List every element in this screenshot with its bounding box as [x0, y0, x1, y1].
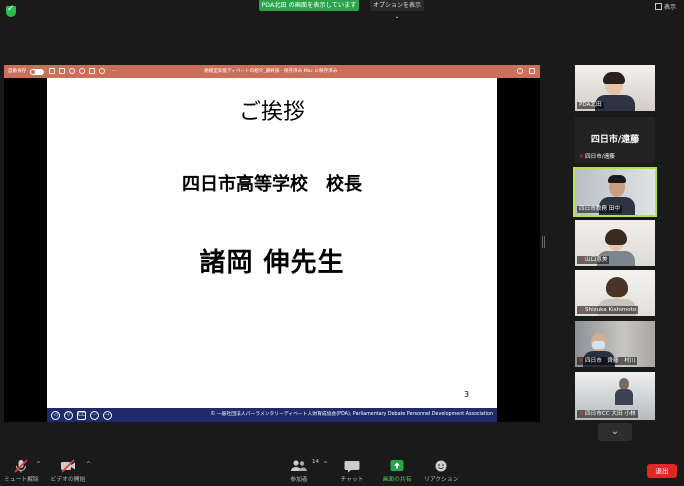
participant-name: ✕山口恵美	[577, 256, 610, 264]
reactions-label: リアクション	[424, 477, 459, 483]
participants-label: 参加者	[290, 477, 308, 483]
grid-icon	[654, 3, 662, 10]
mic-muted-icon: ✕	[579, 256, 585, 263]
face-mask	[592, 341, 605, 349]
mic-muted-icon: ✕	[579, 357, 585, 364]
participant-hair	[605, 229, 627, 245]
next-slide-icon: →	[103, 410, 112, 420]
participant-display-name: 四日市/遠藤	[590, 135, 640, 145]
participant-tile[interactable]: 四日市/遠藤 ✕四日市/遠藤	[575, 117, 655, 163]
shared-screen: 自動保存 ··· 規模型高能ディベートの紹介_最終版 · 保存済み Mac に保…	[4, 65, 540, 422]
redo-icon	[79, 68, 85, 74]
mic-muted-icon: ✕	[579, 153, 585, 160]
share-screen-label: 画面の共有	[382, 477, 412, 483]
screen-share-banner: PDA北田 の画面を表示しています	[259, 0, 359, 11]
document-title: 規模型高能ディベートの紹介_最終版 · 保存済み Mac に保存済み	[204, 69, 338, 74]
reactions-smiley-icon	[432, 458, 450, 472]
present-icon	[99, 68, 105, 74]
view-options-label: オプションを表示	[372, 2, 421, 9]
mic-muted-icon: ✕	[579, 410, 585, 417]
slide-page-number: 3	[464, 390, 470, 399]
participant-tile-active-speaker[interactable]: 四日市教務 田中	[573, 167, 657, 217]
participant-hair	[606, 277, 628, 297]
meeting-toolbar: ミュート解除 ^ ビデオの開始 ^ 14 参加者 ^ チャット 画面の共有 リア…	[0, 452, 684, 486]
video-off-icon	[59, 458, 77, 473]
participant-tile[interactable]: ✕Shizuka Kishimoto	[575, 270, 655, 316]
reactions-button[interactable]: リアクション	[424, 452, 459, 483]
view-label: 表示	[663, 4, 676, 11]
share-screen-icon	[388, 458, 406, 472]
participant-body	[615, 389, 633, 405]
footer-copyright: © 一般社団法人パーラメンタリーディベート人財育成協会(PDA), Parlia…	[210, 412, 493, 417]
slide-title: ご挨拶	[238, 100, 305, 125]
participant-name: PDA北田	[577, 102, 604, 109]
participants-count: 14	[312, 459, 320, 465]
chevron-down-icon: ⌄	[394, 13, 400, 20]
participant-name: ✕四日市CC 大田 小林	[577, 410, 638, 418]
participants-options-caret-icon[interactable]: ^	[323, 461, 328, 468]
video-options-caret-icon[interactable]: ^	[86, 461, 91, 468]
print-icon	[89, 68, 95, 74]
search-icon	[517, 68, 523, 74]
participant-name: ✕Shizuka Kishimoto	[577, 306, 639, 314]
autosave-toggle	[30, 68, 44, 75]
home-icon	[49, 68, 55, 74]
view-button[interactable]: 表示	[654, 3, 676, 13]
participant-tile[interactable]: ✕四日市CC 大田 小林	[575, 372, 655, 420]
chat-icon	[343, 458, 361, 473]
slide: ご挨拶 四日市高等学校 校長 諸岡 伸先生 3	[47, 78, 497, 408]
participants-icon: 14	[290, 458, 319, 472]
share-screen-button[interactable]: 画面の共有	[380, 452, 414, 483]
participant-name: ✕四日市 齊藤 村川	[577, 357, 638, 365]
captions-icon: CC	[77, 410, 86, 420]
scroll-down-chevron-icon[interactable]: ⌄	[598, 423, 632, 441]
mic-muted-icon: ✕	[579, 306, 585, 313]
view-options-button[interactable]: オプションを表示 ⌄	[370, 0, 424, 20]
security-shield-icon[interactable]	[6, 4, 16, 17]
undo-icon	[69, 68, 75, 74]
participant-tile[interactable]: PDA北田	[575, 65, 655, 111]
pen-tool-icon: ▽	[64, 410, 73, 420]
autosave-label: 自動保存	[8, 69, 27, 74]
slide-footer: ◁ ▽ CC ··· → © 一般社団法人パーラメンタリーディベート人財育成協会…	[47, 408, 497, 422]
unmute-button[interactable]: ミュート解除	[4, 452, 39, 483]
participant-hair	[608, 175, 626, 183]
powerpoint-title-bar: 自動保存 ··· 規模型高能ディベートの紹介_最終版 · 保存済み Mac に保…	[4, 65, 540, 78]
unmute-label: ミュート解除	[4, 477, 39, 483]
slide-speaker-name: 諸岡 伸先生	[199, 248, 345, 278]
start-video-label: ビデオの開始	[50, 477, 86, 483]
participants-button[interactable]: 14 参加者	[284, 452, 319, 483]
save-icon	[59, 68, 65, 74]
participant-hair	[603, 72, 625, 84]
chat-button[interactable]: チャット	[338, 452, 366, 483]
participant-name: 四日市教務 田中	[577, 206, 622, 213]
share-icon	[529, 68, 535, 74]
start-video-button[interactable]: ビデオの開始	[50, 452, 86, 483]
previous-slide-icon: ◁	[51, 410, 60, 420]
more-icon: ···	[112, 69, 117, 74]
chat-label: チャット	[340, 477, 364, 483]
mic-muted-icon	[12, 458, 30, 473]
slide-subtitle: 四日市高等学校 校長	[182, 174, 362, 195]
leave-meeting-button[interactable]: 退出	[647, 464, 677, 478]
participant-name: ✕四日市/遠藤	[579, 153, 615, 160]
participant-tile[interactable]: ✕四日市 齊藤 村川	[575, 321, 655, 367]
more-options-icon: ···	[90, 410, 99, 420]
audio-options-caret-icon[interactable]: ^	[36, 461, 41, 468]
participant-tile[interactable]: ✕山口恵美	[575, 220, 655, 266]
panel-resize-handle[interactable]	[542, 236, 545, 248]
